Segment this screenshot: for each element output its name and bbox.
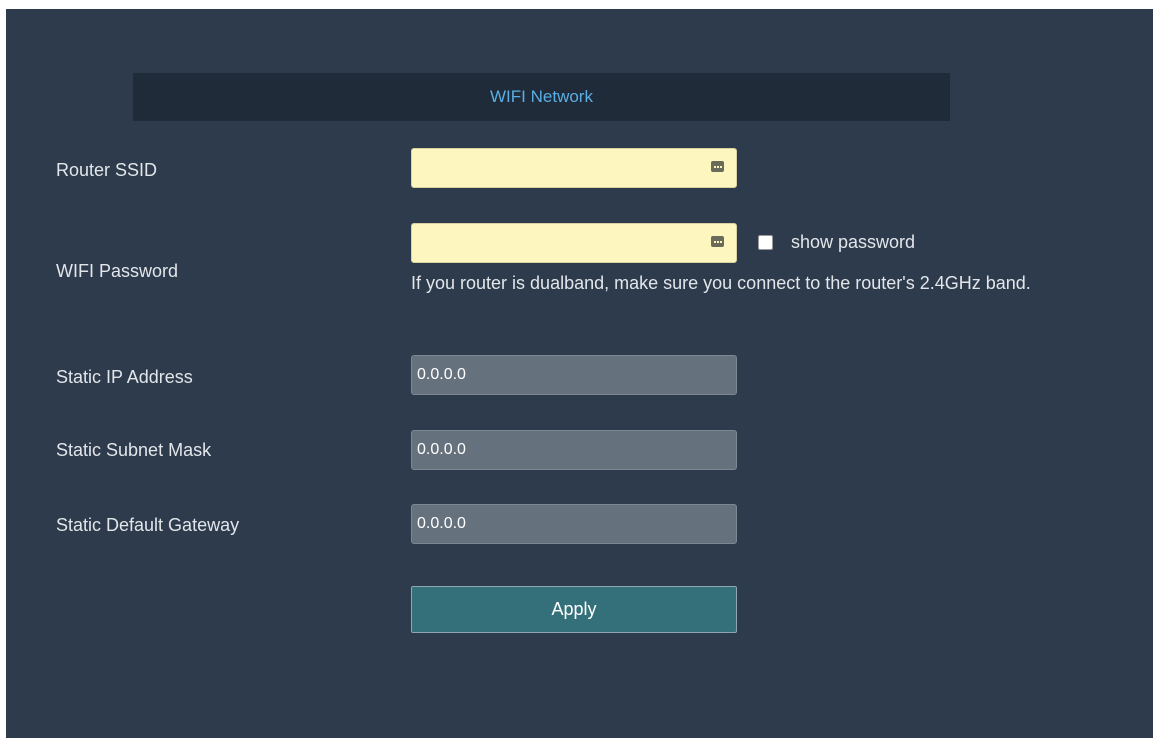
subnet-mask-label: Static Subnet Mask bbox=[56, 440, 212, 460]
wifi-password-label: WIFI Password bbox=[56, 261, 179, 281]
dualband-hint: If you router is dualband, make sure you… bbox=[411, 273, 1031, 293]
router-ssid-label: Router SSID bbox=[56, 160, 158, 180]
static-ip-input[interactable]: 0.0.0.0 bbox=[411, 355, 737, 395]
apply-button[interactable]: Apply bbox=[411, 586, 737, 633]
default-gateway-input[interactable]: 0.0.0.0 bbox=[411, 504, 737, 544]
password-manager-key-icon[interactable] bbox=[711, 161, 724, 172]
static-ip-label: Static IP Address bbox=[56, 367, 193, 387]
router-ssid-input[interactable] bbox=[411, 148, 737, 188]
section-title: WIFI Network bbox=[490, 87, 593, 106]
settings-panel: WIFI Network Router SSID WIFI Password s… bbox=[6, 9, 1153, 738]
show-password-checkbox[interactable] bbox=[758, 235, 773, 250]
section-header: WIFI Network bbox=[133, 73, 950, 121]
subnet-mask-input[interactable]: 0.0.0.0 bbox=[411, 430, 737, 470]
wifi-password-input[interactable] bbox=[411, 223, 737, 263]
default-gateway-label: Static Default Gateway bbox=[56, 515, 240, 535]
show-password-label[interactable]: show password bbox=[791, 231, 915, 253]
password-manager-key-icon[interactable] bbox=[711, 236, 724, 247]
